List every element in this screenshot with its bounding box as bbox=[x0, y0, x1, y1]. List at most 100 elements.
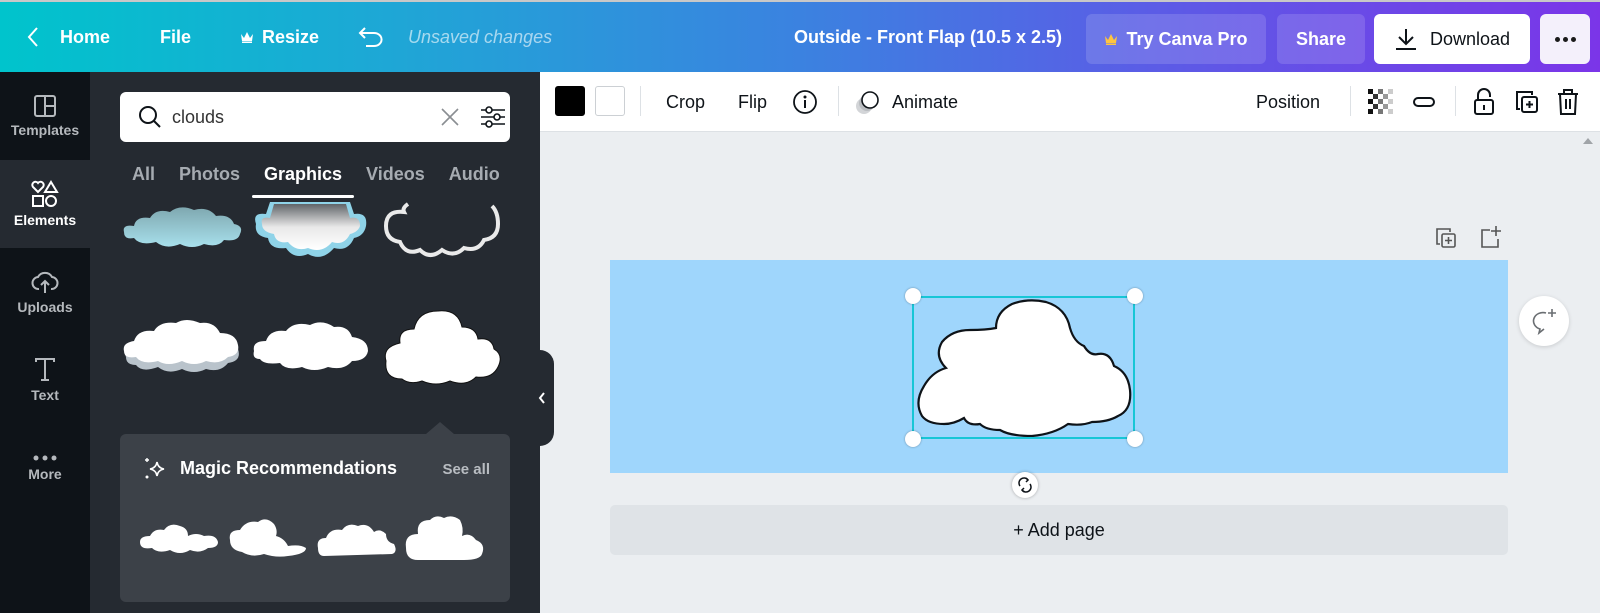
resize-handle-top-right[interactable] bbox=[1127, 288, 1143, 304]
more-dots-icon bbox=[33, 455, 57, 461]
chevron-left-icon bbox=[538, 392, 545, 404]
recommended-cloud[interactable] bbox=[404, 514, 486, 564]
recommended-cloud[interactable] bbox=[228, 516, 310, 560]
editor-toolbar: Crop Flip Animate Position bbox=[540, 72, 1600, 132]
document-title[interactable]: Outside - Front Flap (10.5 x 2.5) bbox=[794, 2, 1062, 72]
dot bbox=[1570, 36, 1576, 42]
magic-recommendations-title: Magic Recommendations bbox=[180, 458, 398, 478]
rail-label: Text bbox=[31, 387, 59, 403]
unlock-icon bbox=[1474, 88, 1494, 115]
duplicate-icon bbox=[1516, 91, 1538, 113]
cloud-graphic-result[interactable] bbox=[120, 317, 244, 377]
elements-icon bbox=[31, 180, 59, 207]
tab-audio[interactable]: Audio bbox=[437, 162, 512, 198]
divider bbox=[838, 86, 839, 116]
search-input[interactable] bbox=[172, 106, 422, 128]
resize-button[interactable]: Resize bbox=[240, 2, 319, 72]
divider bbox=[1350, 86, 1351, 116]
rotate-handle[interactable] bbox=[1012, 472, 1038, 498]
top-bar: Home File Resize Unsaved changes Outside… bbox=[0, 0, 1600, 72]
lock-button[interactable] bbox=[1472, 72, 1496, 132]
divider bbox=[1455, 86, 1456, 116]
download-button[interactable]: Download bbox=[1374, 14, 1530, 64]
undo-icon bbox=[358, 27, 383, 47]
templates-icon bbox=[34, 95, 56, 117]
add-comment-button[interactable] bbox=[1519, 296, 1569, 346]
crown-icon bbox=[1105, 34, 1118, 45]
magic-recommendations-card: Magic Recommendations See all bbox=[120, 422, 510, 602]
animate-button[interactable]: Animate bbox=[854, 72, 958, 132]
rail-item-more[interactable]: More bbox=[0, 424, 90, 512]
resize-handle-bottom-left[interactable] bbox=[905, 431, 921, 447]
search-icon bbox=[139, 106, 161, 128]
divider bbox=[640, 86, 641, 116]
chevron-left-icon bbox=[27, 27, 38, 47]
more-options-button[interactable] bbox=[1540, 14, 1590, 64]
elements-panel: All Photos Graphics Videos Audio Magic R… bbox=[90, 72, 540, 613]
add-page-label: + Add page bbox=[1013, 519, 1105, 540]
undo-button[interactable] bbox=[358, 2, 384, 72]
search-box bbox=[120, 92, 510, 142]
dot bbox=[1562, 36, 1568, 42]
duplicate-page-icon[interactable] bbox=[1435, 227, 1457, 249]
transparency-icon bbox=[1368, 89, 1393, 114]
cloud-graphic-result[interactable] bbox=[380, 307, 504, 387]
clear-search-icon[interactable] bbox=[440, 107, 460, 127]
rail-item-elements[interactable]: Elements bbox=[0, 160, 90, 248]
rail-item-text[interactable]: Text bbox=[0, 336, 90, 424]
recommended-cloud[interactable] bbox=[316, 520, 398, 560]
resize-handle-bottom-right[interactable] bbox=[1127, 431, 1143, 447]
tab-all[interactable]: All bbox=[120, 162, 167, 198]
share-label: Share bbox=[1295, 28, 1347, 49]
upload-cloud-icon bbox=[31, 271, 59, 293]
collapse-panel-button[interactable] bbox=[530, 350, 554, 446]
tab-videos[interactable]: Videos bbox=[354, 162, 437, 198]
rail-item-uploads[interactable]: Uploads bbox=[0, 248, 90, 336]
cloud-graphic-result[interactable] bbox=[120, 202, 244, 254]
transparency-button[interactable] bbox=[1368, 72, 1394, 132]
animate-icon bbox=[856, 91, 879, 114]
resize-handle-top-left[interactable] bbox=[905, 288, 921, 304]
home-label: Home bbox=[60, 26, 111, 47]
cloud-graphic-result[interactable] bbox=[250, 202, 372, 264]
link-button[interactable] bbox=[1410, 72, 1438, 132]
duplicate-button[interactable] bbox=[1514, 72, 1540, 132]
recommended-cloud[interactable] bbox=[138, 520, 220, 560]
try-canva-pro-button[interactable]: Try Canva Pro bbox=[1086, 14, 1266, 64]
sparkle-icon bbox=[145, 458, 165, 479]
file-menu[interactable]: File bbox=[160, 2, 191, 72]
download-label: Download bbox=[1429, 28, 1511, 49]
crown-icon bbox=[241, 32, 253, 43]
home-button[interactable]: Home bbox=[26, 2, 110, 72]
tab-graphics[interactable]: Graphics bbox=[252, 162, 355, 198]
crop-button[interactable]: Crop bbox=[666, 72, 705, 132]
flip-button[interactable]: Flip bbox=[738, 72, 767, 132]
download-icon bbox=[1395, 29, 1416, 50]
position-button[interactable]: Position bbox=[1256, 72, 1320, 132]
share-button[interactable]: Share bbox=[1277, 14, 1365, 64]
rail-label: Templates bbox=[10, 122, 80, 138]
selection-box bbox=[912, 296, 1135, 439]
save-status: Unsaved changes bbox=[408, 2, 552, 72]
flip-label: Flip bbox=[738, 91, 768, 112]
cloud-graphic-result[interactable] bbox=[380, 202, 504, 262]
fill-color-swatch[interactable] bbox=[595, 86, 625, 116]
info-button[interactable] bbox=[792, 72, 818, 132]
dot bbox=[1554, 36, 1560, 42]
tab-photos[interactable]: Photos bbox=[167, 162, 252, 198]
add-page-button[interactable]: + Add page bbox=[610, 505, 1508, 555]
info-icon bbox=[793, 90, 817, 114]
see-all-link[interactable]: See all bbox=[442, 461, 490, 478]
rail-label: Elements bbox=[13, 212, 77, 228]
add-page-icon[interactable] bbox=[1480, 225, 1502, 249]
stroke-color-swatch[interactable] bbox=[555, 86, 585, 116]
delete-button[interactable] bbox=[1556, 72, 1580, 132]
try-canva-pro-label: Try Canva Pro bbox=[1126, 28, 1248, 49]
unsaved-changes-text: Unsaved changes bbox=[408, 26, 553, 47]
cloud-graphic-result[interactable] bbox=[250, 317, 374, 377]
rail-item-templates[interactable]: Templates bbox=[0, 72, 90, 160]
filter-icon[interactable] bbox=[480, 105, 506, 129]
rail-label: More bbox=[28, 466, 62, 482]
text-icon bbox=[35, 358, 55, 381]
scroll-up-arrow[interactable] bbox=[1583, 138, 1593, 144]
